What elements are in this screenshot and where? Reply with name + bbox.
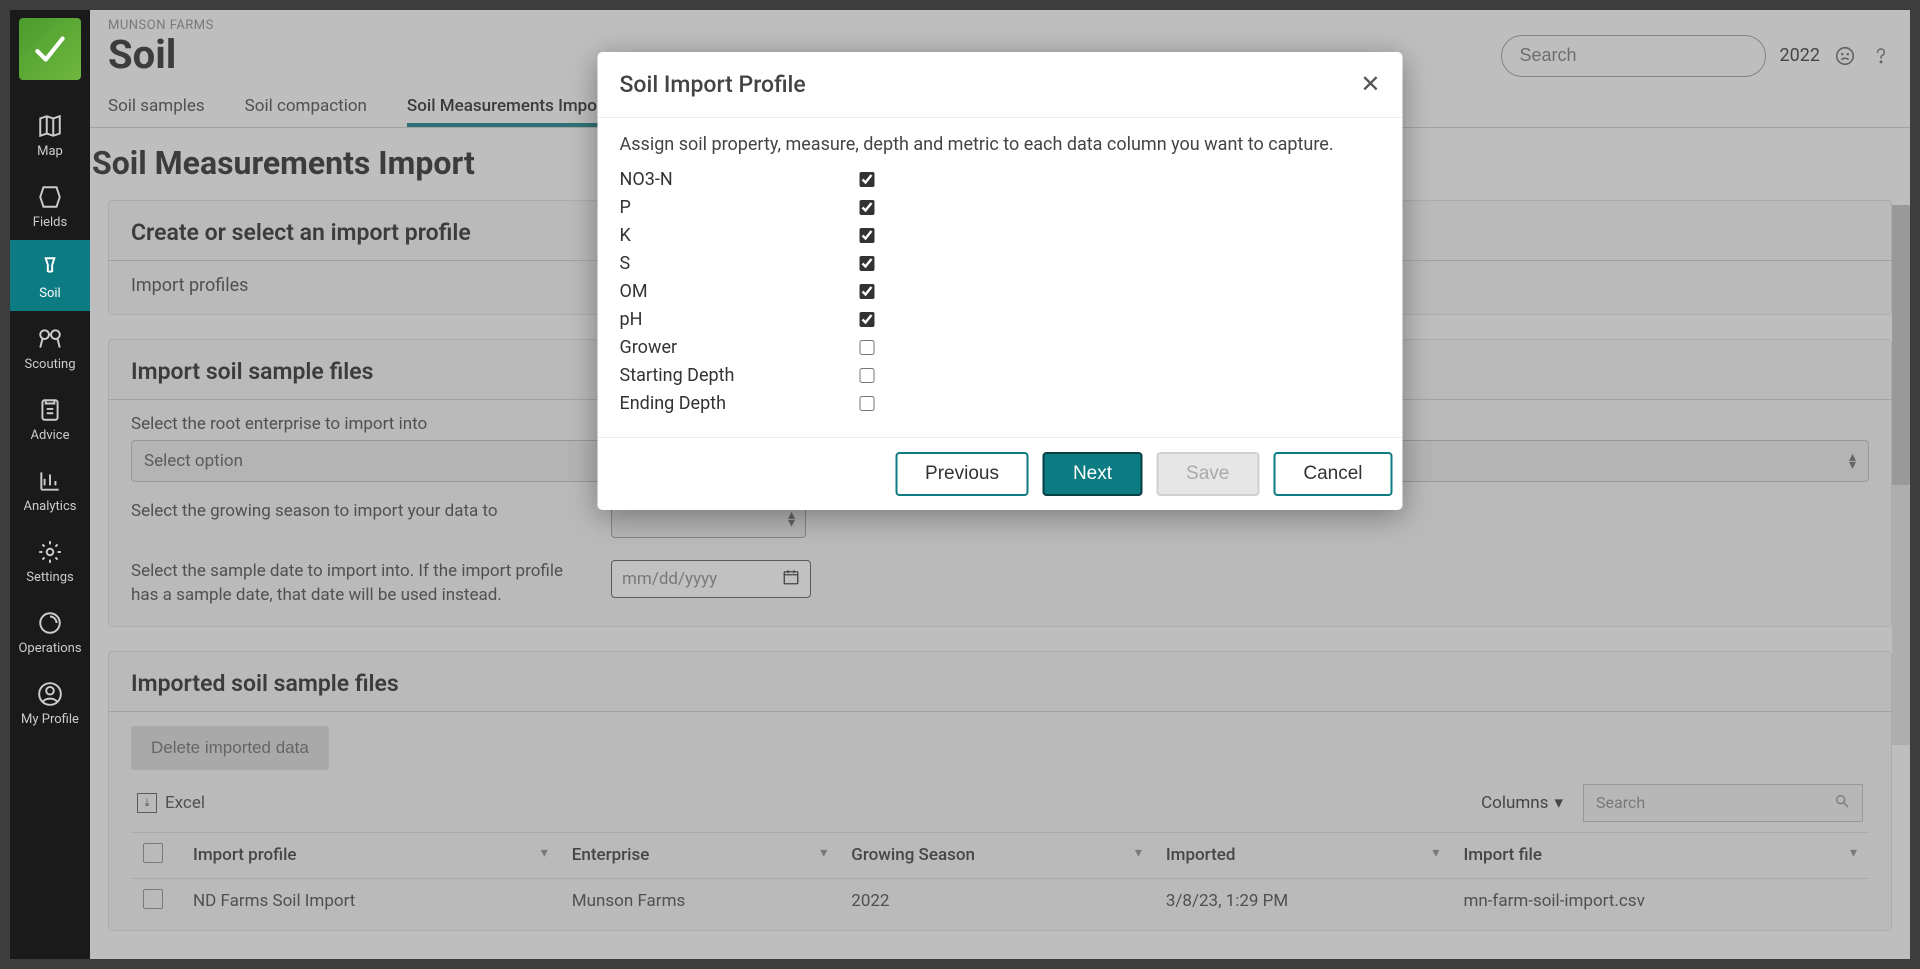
sidebar-label: Advice xyxy=(31,428,70,443)
sidebar-item-settings[interactable]: Settings xyxy=(10,524,90,595)
property-checkbox[interactable] xyxy=(860,172,875,187)
analytics-icon xyxy=(34,467,66,495)
modal-close-button[interactable]: ✕ xyxy=(1360,70,1380,99)
property-row: S xyxy=(620,249,1381,277)
sidebar-label: Settings xyxy=(26,570,73,585)
property-row: pH xyxy=(620,305,1381,333)
property-label: K xyxy=(620,225,860,246)
property-checkbox[interactable] xyxy=(860,256,875,271)
sidebar-item-fields[interactable]: Fields xyxy=(10,169,90,240)
advice-icon xyxy=(34,396,66,424)
property-label: Starting Depth xyxy=(620,365,860,386)
soil-import-profile-modal: Soil Import Profile ✕ Assign soil proper… xyxy=(598,52,1403,510)
map-icon xyxy=(34,112,66,140)
scouting-icon xyxy=(34,325,66,353)
property-label: NO3-N xyxy=(620,169,860,190)
property-checkbox[interactable] xyxy=(860,228,875,243)
next-button[interactable]: Next xyxy=(1043,452,1142,496)
property-label: Grower xyxy=(620,337,860,358)
sidebar-item-myprofile[interactable]: My Profile xyxy=(10,666,90,737)
property-label: S xyxy=(620,253,860,274)
sidebar: Map Fields Soil Scouting Advice Analytic… xyxy=(10,10,90,959)
sidebar-label: Fields xyxy=(33,215,67,230)
sidebar-item-map[interactable]: Map xyxy=(10,98,90,169)
modal-title: Soil Import Profile xyxy=(620,71,806,98)
property-label: P xyxy=(620,197,860,218)
property-checkbox[interactable] xyxy=(860,340,875,355)
property-row: Starting Depth xyxy=(620,361,1381,389)
property-label: Ending Depth xyxy=(620,393,860,414)
property-row: K xyxy=(620,221,1381,249)
gear-icon xyxy=(34,538,66,566)
sidebar-label: My Profile xyxy=(21,712,79,727)
operations-icon xyxy=(34,609,66,637)
modal-description: Assign soil property, measure, depth and… xyxy=(620,134,1381,155)
property-checkbox[interactable] xyxy=(860,200,875,215)
property-label: OM xyxy=(620,281,860,302)
sidebar-item-soil[interactable]: Soil xyxy=(10,240,90,311)
property-checkbox[interactable] xyxy=(860,368,875,383)
save-button: Save xyxy=(1156,452,1259,496)
sidebar-item-operations[interactable]: Operations xyxy=(10,595,90,666)
soil-icon xyxy=(34,254,66,282)
app-logo[interactable] xyxy=(19,18,81,80)
profile-icon xyxy=(34,680,66,708)
cancel-button[interactable]: Cancel xyxy=(1273,452,1392,496)
sidebar-item-advice[interactable]: Advice xyxy=(10,382,90,453)
sidebar-item-scouting[interactable]: Scouting xyxy=(10,311,90,382)
property-row: Ending Depth xyxy=(620,389,1381,417)
main: MUNSON FARMS Soil 2022 Soil samples Soil… xyxy=(90,10,1910,959)
fields-icon xyxy=(34,183,66,211)
property-checkbox[interactable] xyxy=(860,312,875,327)
sidebar-label: Analytics xyxy=(24,499,77,514)
property-label: pH xyxy=(620,309,860,330)
property-row: NO3-N xyxy=(620,165,1381,193)
property-checkbox[interactable] xyxy=(860,284,875,299)
sidebar-label: Scouting xyxy=(25,357,76,372)
property-row: Grower xyxy=(620,333,1381,361)
previous-button[interactable]: Previous xyxy=(895,452,1029,496)
property-row: OM xyxy=(620,277,1381,305)
sidebar-label: Map xyxy=(37,144,63,159)
sidebar-label: Soil xyxy=(39,286,60,301)
property-checkbox[interactable] xyxy=(860,396,875,411)
property-row: P xyxy=(620,193,1381,221)
sidebar-label: Operations xyxy=(18,641,81,656)
sidebar-item-analytics[interactable]: Analytics xyxy=(10,453,90,524)
